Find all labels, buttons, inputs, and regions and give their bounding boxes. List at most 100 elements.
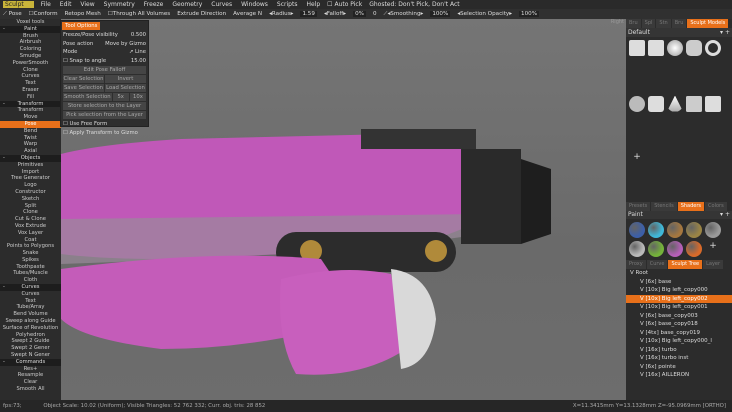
shader-swatch[interactable] xyxy=(667,241,683,257)
tab-4[interactable]: Sculpt Models xyxy=(687,19,729,28)
tree-item[interactable]: V [4tx] base_copy019 xyxy=(626,329,732,338)
tool-item[interactable]: Smooth All xyxy=(0,386,61,393)
tool-item[interactable]: Text xyxy=(0,80,61,87)
tool-item[interactable]: Curves xyxy=(0,291,61,298)
tree-item[interactable]: V [6x] base xyxy=(626,278,732,287)
tool-item[interactable]: Resample xyxy=(0,372,61,379)
invert-selection-button[interactable]: Invert Selection xyxy=(105,75,146,90)
view-cube-label[interactable]: Right xyxy=(611,19,624,25)
add-shader-icon[interactable]: + xyxy=(705,241,721,257)
load-selection-button[interactable]: Load Selection xyxy=(105,84,146,92)
tab-1[interactable]: Spl xyxy=(641,19,656,28)
tab-sculpt-tree[interactable]: Sculpt Tree xyxy=(668,260,703,269)
tool-item[interactable]: Polyhedron xyxy=(0,332,61,339)
tool-item[interactable]: Swept 2 Guide xyxy=(0,338,61,345)
tab-curve[interactable]: Curve xyxy=(646,260,668,269)
tab-0[interactable]: Bru xyxy=(626,19,641,28)
model-spiky[interactable] xyxy=(629,95,645,112)
tree-item[interactable]: V [16x] turbo inst xyxy=(626,354,732,363)
radius-label[interactable]: ◂Radius▸ xyxy=(269,11,293,17)
section-header[interactable]: Commands xyxy=(0,358,61,366)
tab-2[interactable]: Stn xyxy=(656,19,671,28)
tool-item[interactable]: Cut & Clone xyxy=(0,216,61,223)
shader-swatch[interactable] xyxy=(629,241,645,257)
edit-pose-falloff-button[interactable]: Edit Pose Falloff xyxy=(63,66,146,74)
radius-value[interactable]: 1.59 xyxy=(300,11,317,17)
smooth-selection-button[interactable]: Smooth Selection xyxy=(63,93,112,101)
tool-item[interactable]: Clear xyxy=(0,379,61,386)
tool-item[interactable]: Primitives xyxy=(0,162,61,169)
smoothing-label[interactable]: ⟋◂Smoothing▸ xyxy=(384,11,424,18)
tool-item[interactable]: Bend Volume xyxy=(0,311,61,318)
store-selection-button[interactable]: Store selection to the Layer xyxy=(63,102,146,110)
save-selection-button[interactable]: Save Selection xyxy=(63,84,104,92)
mode-select[interactable]: Mode ↗ Line xyxy=(61,48,148,57)
section-header[interactable]: Transform xyxy=(0,100,61,108)
model-prism[interactable] xyxy=(705,95,721,112)
tool-item[interactable]: Surface of Revolution xyxy=(0,325,61,332)
tab-stencils[interactable]: Stencils xyxy=(651,201,677,211)
tool-item[interactable]: Coloring xyxy=(0,46,61,53)
zero-value[interactable]: 0 xyxy=(373,11,377,17)
tool-item[interactable]: Swept 2 Gener xyxy=(0,345,61,352)
model-cone[interactable] xyxy=(667,95,683,112)
tree-item[interactable]: V [6x] pointe xyxy=(626,363,732,372)
pick-selection-button[interactable]: Pick selection from the Layer xyxy=(63,111,146,119)
tool-item[interactable]: Curves xyxy=(0,73,61,80)
tab-3[interactable]: Bru xyxy=(671,19,687,28)
snap-to-angle-checkbox[interactable]: ☐ Snap to angle 15.00 xyxy=(61,57,148,66)
tree-item[interactable]: V [16x] AILLERON xyxy=(626,371,732,380)
extrude-direction-select[interactable]: Average N xyxy=(233,11,262,17)
tool-item[interactable]: Logo xyxy=(0,182,61,189)
menu-curves[interactable]: Curves xyxy=(211,1,232,8)
shader-swatch[interactable] xyxy=(667,222,683,238)
tree-item[interactable]: V [6x] base_copy018 xyxy=(626,320,732,329)
tree-item[interactable]: V [10x] Big left_copy001 xyxy=(626,303,732,312)
shader-swatch[interactable] xyxy=(686,222,702,238)
add-model-icon[interactable]: + xyxy=(629,152,645,199)
tree-item[interactable]: V [6x] base_copy003 xyxy=(626,312,732,321)
use-free-form-checkbox[interactable]: ☐ Use Free Form xyxy=(61,120,148,129)
tool-item[interactable]: Vox Extrude xyxy=(0,223,61,230)
menu-view[interactable]: View xyxy=(80,1,94,8)
tool-item[interactable]: Eraser xyxy=(0,87,61,94)
clear-selection-button[interactable]: Clear Selection xyxy=(63,75,104,83)
tool-item[interactable]: Warp xyxy=(0,141,61,148)
tool-item[interactable]: Constructor xyxy=(0,189,61,196)
tool-item[interactable]: Tubes/Muscle xyxy=(0,270,61,277)
selection-opacity-value[interactable]: 100% xyxy=(519,11,540,17)
smoothing-value[interactable]: 100% xyxy=(430,11,451,17)
menu-edit[interactable]: Edit xyxy=(60,1,72,8)
freeze-visibility-slider[interactable]: Freeze/Pose visibility 0.500 xyxy=(61,31,148,40)
tool-item[interactable]: Axial xyxy=(0,148,61,155)
tool-item[interactable]: Tube/Array xyxy=(0,304,61,311)
tree-item[interactable]: V [10x] Big left_copy000_l xyxy=(626,337,732,346)
tool-item[interactable]: Points to Polygons xyxy=(0,243,61,250)
shader-swatch[interactable] xyxy=(648,222,664,238)
model-cube[interactable] xyxy=(629,39,645,56)
menu-help[interactable]: Help xyxy=(306,1,320,8)
tab-proxy[interactable]: Proxy xyxy=(626,260,646,269)
through-all-checkbox[interactable]: ☐Through All Volumes xyxy=(108,11,170,17)
ghosted-option[interactable]: Ghosted: Don't Pick, Don't Act xyxy=(369,1,459,8)
tool-item[interactable]: Voxel tools xyxy=(0,19,61,26)
tool-item[interactable]: Swept N Gener xyxy=(0,352,61,359)
tool-item[interactable]: Sketch xyxy=(0,196,61,203)
tool-item[interactable]: Airbrush xyxy=(0,39,61,46)
tree-item[interactable]: V [10x] Big left_copy002 xyxy=(626,294,732,303)
section-header[interactable]: Objects xyxy=(0,154,61,162)
tool-item[interactable]: Text xyxy=(0,298,61,305)
tab-colors[interactable]: Colors xyxy=(705,201,727,211)
falloff-label[interactable]: ◂Falloff▸ xyxy=(324,11,346,17)
mode-select[interactable]: Sculpt xyxy=(3,1,34,8)
pose-action-select[interactable]: Pose action Move by Gizmo xyxy=(61,40,148,49)
tool-item[interactable]: Transform xyxy=(0,107,61,114)
menu-windows[interactable]: Windows xyxy=(241,1,268,8)
conform-checkbox[interactable]: ☐Conform xyxy=(29,11,58,17)
selection-opacity-label[interactable]: ◂Selection Opacity▸ xyxy=(457,11,512,17)
auto-pick-checkbox[interactable]: ☐ Auto Pick xyxy=(327,1,362,8)
tool-item[interactable]: Vox Layer xyxy=(0,230,61,237)
tool-item[interactable]: Snake xyxy=(0,250,61,257)
tab-shaders[interactable]: Shaders xyxy=(677,201,705,211)
apply-transform-gizmo-checkbox[interactable]: ☐ Apply Transform to Gizmo xyxy=(61,129,148,138)
